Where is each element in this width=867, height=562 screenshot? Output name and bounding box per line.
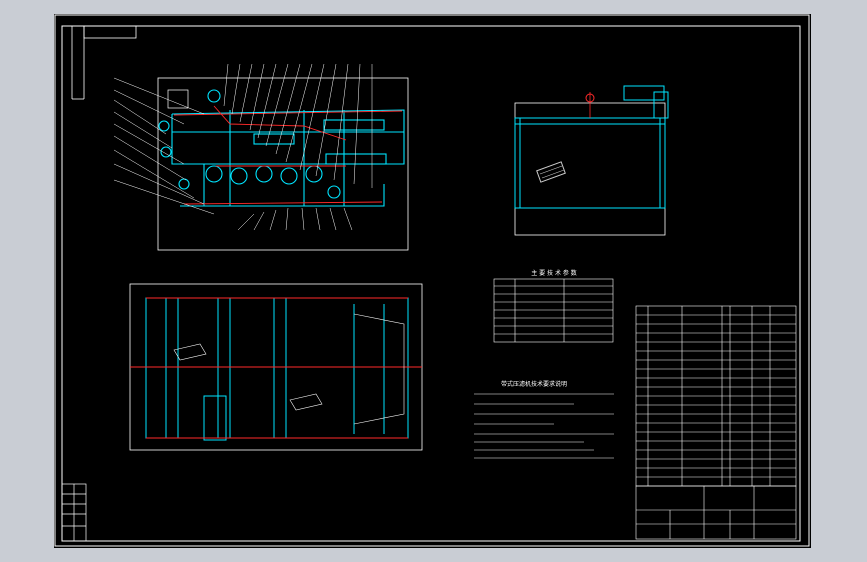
side-elevation-view[interactable]	[514, 85, 669, 236]
hatch-pattern	[536, 161, 566, 183]
drawing-code-box	[71, 25, 137, 100]
technical-requirements: 带式压滤机技术要求说明	[474, 380, 614, 459]
requirements-title: 带式压滤机技术要求说明	[501, 380, 567, 388]
cad-viewport[interactable]: 主 要 技 术 参 数 带式压滤机技术要求说明	[0, 0, 867, 562]
tech-spec-table: 主 要 技 术 参 数	[493, 269, 614, 343]
front-elevation-view[interactable]	[113, 63, 409, 251]
plan-view[interactable]	[129, 283, 423, 451]
tech-spec-title: 主 要 技 术 参 数	[531, 269, 577, 277]
drawing-sheet[interactable]: 主 要 技 术 参 数 带式压滤机技术要求说明	[54, 14, 811, 548]
title-block	[635, 485, 797, 540]
margin-stamp	[61, 483, 87, 542]
parts-list	[635, 305, 797, 487]
